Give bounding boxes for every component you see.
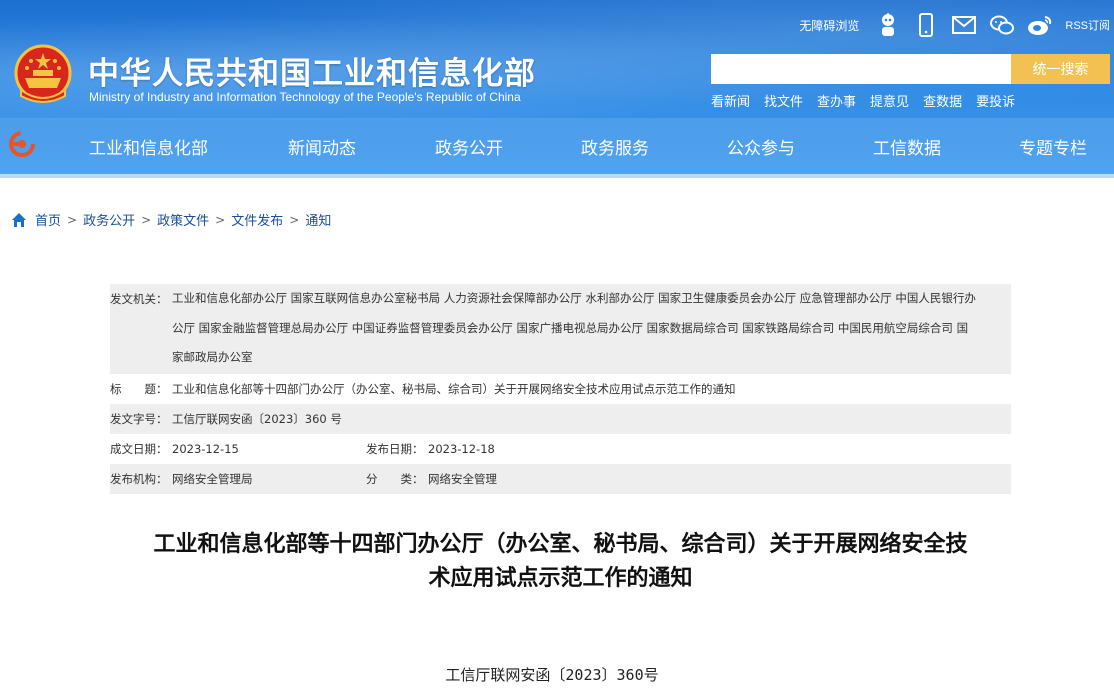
site-title[interactable]: 中华人民共和国工业和信息化部 [88, 48, 536, 93]
doc-number-label: 发文字号： [110, 412, 168, 426]
created-date-cell: 成文日期： 2023-12-15 [110, 434, 366, 464]
quick-link-documents[interactable]: 找文件 [764, 91, 803, 110]
nav-item-public-affairs[interactable]: 政务公开 [435, 134, 503, 159]
title-label: 标 题： [110, 382, 168, 396]
article-title-line: 术应用试点示范工作的通知 [428, 566, 693, 591]
category-label: 分 类： [366, 472, 424, 486]
breadcrumb-policy-documents[interactable]: 政策文件 [157, 210, 209, 229]
chevron-right-icon: > [215, 212, 226, 227]
weibo-icon[interactable] [1027, 12, 1053, 38]
info-row-issuer: 发文机关： 工业和信息化部办公厅 国家互联网信息办公室秘书局 人力资源社会保障部… [110, 284, 1011, 374]
breadcrumb-home[interactable]: 首页 [35, 210, 61, 229]
issuer-label: 发文机关： [110, 292, 168, 306]
issuer-line: 家邮政局办公室 [172, 350, 253, 364]
doc-number-value: 工信厅联网安函〔2023〕360 号 [172, 412, 342, 426]
breadcrumb-notice[interactable]: 通知 [305, 210, 331, 229]
top-utility-bar: 无障碍浏览 RSS订阅 [799, 12, 1110, 38]
quick-link-complaint[interactable]: 要投诉 [976, 91, 1015, 110]
wechat-icon[interactable] [989, 12, 1015, 38]
mail-icon[interactable] [951, 12, 977, 38]
info-row-dates: 成文日期： 2023-12-15 发布日期： 2023-12-18 [110, 434, 1011, 464]
header-divider [0, 174, 1114, 178]
quick-links: 看新闻 找文件 查办事 提意见 查数据 要投诉 [711, 91, 1029, 110]
chevron-right-icon: > [67, 212, 78, 227]
nav-item-data[interactable]: 工信数据 [873, 134, 941, 159]
nav-item-services[interactable]: 政务服务 [581, 134, 649, 159]
article-title: 工业和信息化部等十四部门办公厅（办公室、秘书局、综合司）关于开展网络安全技 术应… [110, 528, 1011, 596]
accessibility-link[interactable]: 无障碍浏览 [799, 17, 859, 34]
breadcrumb-public-affairs[interactable]: 政务公开 [83, 210, 135, 229]
published-date-label: 发布日期： [366, 442, 424, 456]
created-date-value: 2023-12-15 [172, 442, 239, 456]
breadcrumb-file-release[interactable]: 文件发布 [231, 210, 283, 229]
rss-link[interactable]: RSS订阅 [1065, 17, 1110, 33]
site-subtitle: Ministry of Industry and Information Tec… [89, 90, 521, 104]
article-title-line: 工业和信息化部等十四部门办公厅（办公室、秘书局、综合司）关于开展网络安全技 [153, 532, 968, 557]
title-value: 工业和信息化部等十四部门办公厅（办公室、秘书局、综合司）关于开展网络安全技术应用… [172, 382, 736, 396]
search-input-wrapper [711, 54, 1011, 84]
published-date-value: 2023-12-18 [428, 442, 495, 456]
search-button[interactable]: 统一搜索 [1011, 54, 1110, 84]
quick-link-news[interactable]: 看新闻 [711, 91, 750, 110]
issuer-line: 工业和信息化部办公厅 国家互联网信息办公室秘书局 人力资源社会保障部办公厅 水利… [172, 291, 976, 305]
home-icon[interactable] [11, 212, 27, 228]
search-input[interactable] [711, 54, 1011, 84]
org-value: 网络安全管理局 [172, 472, 253, 486]
nav-item-miit[interactable]: 工业和信息化部 [89, 134, 208, 159]
info-row-doc-number: 发文字号： 工信厅联网安函〔2023〕360 号 [110, 404, 1011, 434]
category-cell: 分 类： 网络安全管理 [366, 464, 1011, 494]
issuer-value: 工业和信息化部办公厅 国家互联网信息办公室秘书局 人力资源社会保障部办公厅 水利… [172, 284, 1011, 374]
robot-assistant-icon[interactable] [875, 12, 901, 38]
info-row-org: 发布机构： 网络安全管理局 分 类： 网络安全管理 [110, 464, 1011, 494]
info-row-title: 标 题： 工业和信息化部等十四部门办公厅（办公室、秘书局、综合司）关于开展网络安… [110, 374, 1011, 404]
chevron-right-icon: > [289, 212, 300, 227]
nav-item-topics[interactable]: 专题专栏 [1019, 134, 1087, 159]
quick-link-services[interactable]: 查办事 [817, 91, 856, 110]
published-date-cell: 发布日期： 2023-12-18 [366, 434, 1011, 464]
chevron-right-icon: > [141, 212, 152, 227]
site-header: 中华人民共和国工业和信息化部 Ministry of Industry and … [0, 0, 1114, 178]
mobile-icon[interactable] [913, 12, 939, 38]
quick-link-data[interactable]: 查数据 [923, 91, 962, 110]
quick-link-feedback[interactable]: 提意见 [870, 91, 909, 110]
category-value: 网络安全管理 [428, 472, 497, 486]
nav-item-news[interactable]: 新闻动态 [288, 134, 356, 159]
breadcrumb: 首页 > 政务公开 > 政策文件 > 文件发布 > 通知 [11, 210, 331, 229]
document-info-table: 发文机关： 工业和信息化部办公厅 国家互联网信息办公室秘书局 人力资源社会保障部… [110, 284, 1011, 494]
main-nav: 工业和信息化部 新闻动态 政务公开 政务服务 公众参与 工信数据 专题专栏 [0, 118, 1114, 174]
ministry-logo-icon [9, 131, 35, 157]
nav-item-participation[interactable]: 公众参与 [727, 134, 795, 159]
org-label: 发布机构： [110, 472, 168, 486]
article-doc-number: 工信厅联网安函〔2023〕360号 [445, 666, 659, 684]
org-cell: 发布机构： 网络安全管理局 [110, 464, 366, 494]
issuer-line: 公厅 国家金融监督管理总局办公厅 中国证券监督管理委员会办公厅 国家广播电视总局… [172, 320, 969, 335]
created-date-label: 成文日期： [110, 442, 168, 456]
national-emblem-icon [14, 44, 72, 103]
